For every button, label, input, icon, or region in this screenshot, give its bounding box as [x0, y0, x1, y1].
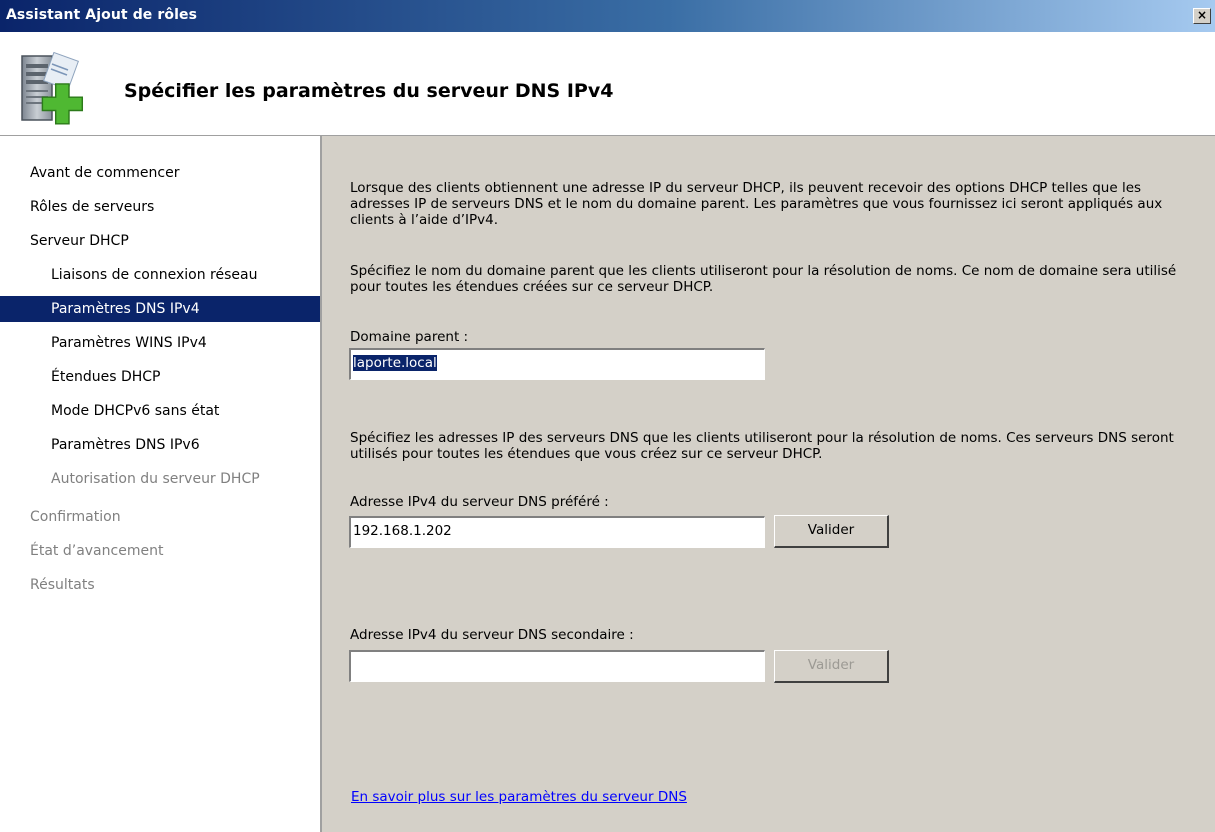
intro-text: Lorsque des clients obtiennent une adres… [350, 180, 1163, 228]
nav-item-parametres-dns-ipv6[interactable]: Paramètres DNS IPv6 [0, 432, 320, 458]
nav-item-etat-avancement: État d’avancement [30, 543, 164, 559]
preferred-dns-label: Adresse IPv4 du serveur DNS préféré : [350, 494, 609, 510]
nav-item-resultats: Résultats [30, 577, 95, 593]
nav-item-parametres-dns-ipv4[interactable]: Paramètres DNS IPv4 [0, 296, 320, 322]
dns-instructions: Spécifiez les adresses IP des serveurs D… [350, 430, 1174, 462]
validate-preferred-button[interactable]: Valider [774, 515, 889, 548]
domain-instructions: Spécifiez le nom du domaine parent que l… [350, 263, 1177, 295]
secondary-dns-label: Adresse IPv4 du serveur DNS secondaire : [350, 627, 634, 643]
wizard-content: Lorsque des clients obtiennent une adres… [322, 136, 1215, 832]
domain-parent-label: Domaine parent : [350, 329, 469, 345]
nav-item-parametres-wins-ipv4[interactable]: Paramètres WINS IPv4 [0, 330, 320, 356]
dns-settings-help-link[interactable]: En savoir plus sur les paramètres du ser… [351, 789, 687, 805]
close-button[interactable]: × [1193, 8, 1211, 24]
nav-item-etendues-dhcp[interactable]: Étendues DHCP [0, 364, 320, 390]
nav-item-confirmation: Confirmation [30, 509, 121, 525]
wizard-header: Spécifier les paramètres du serveur DNS … [0, 32, 1215, 136]
nav-item-serveur-dhcp[interactable]: Serveur DHCP [0, 228, 320, 254]
domain-parent-value: laporte.local [353, 355, 437, 371]
preferred-dns-value: 192.168.1.202 [353, 523, 452, 539]
title-bar[interactable]: Assistant Ajout de rôles × [0, 0, 1215, 32]
preferred-dns-input[interactable]: 192.168.1.202 [348, 515, 766, 549]
close-icon: × [1196, 8, 1208, 22]
validate-secondary-button: Valider [774, 650, 889, 683]
window-title: Assistant Ajout de rôles [6, 7, 198, 23]
wizard-step-nav: Avant de commencer Rôles de serveurs Ser… [0, 136, 322, 832]
page-title: Spécifier les paramètres du serveur DNS … [124, 80, 614, 102]
nav-item-avant-de-commencer[interactable]: Avant de commencer [0, 160, 320, 186]
nav-item-liaisons-de-connexion-reseau[interactable]: Liaisons de connexion réseau [0, 262, 320, 288]
domain-parent-input[interactable]: laporte.local [348, 347, 766, 381]
secondary-dns-input[interactable] [348, 649, 766, 683]
nav-item-mode-dhcpv6-sans-etat[interactable]: Mode DHCPv6 sans état [0, 398, 320, 424]
server-add-role-icon [21, 51, 84, 125]
nav-item-roles-de-serveurs[interactable]: Rôles de serveurs [0, 194, 320, 220]
nav-item-autorisation-serveur-dhcp: Autorisation du serveur DHCP [51, 471, 260, 487]
